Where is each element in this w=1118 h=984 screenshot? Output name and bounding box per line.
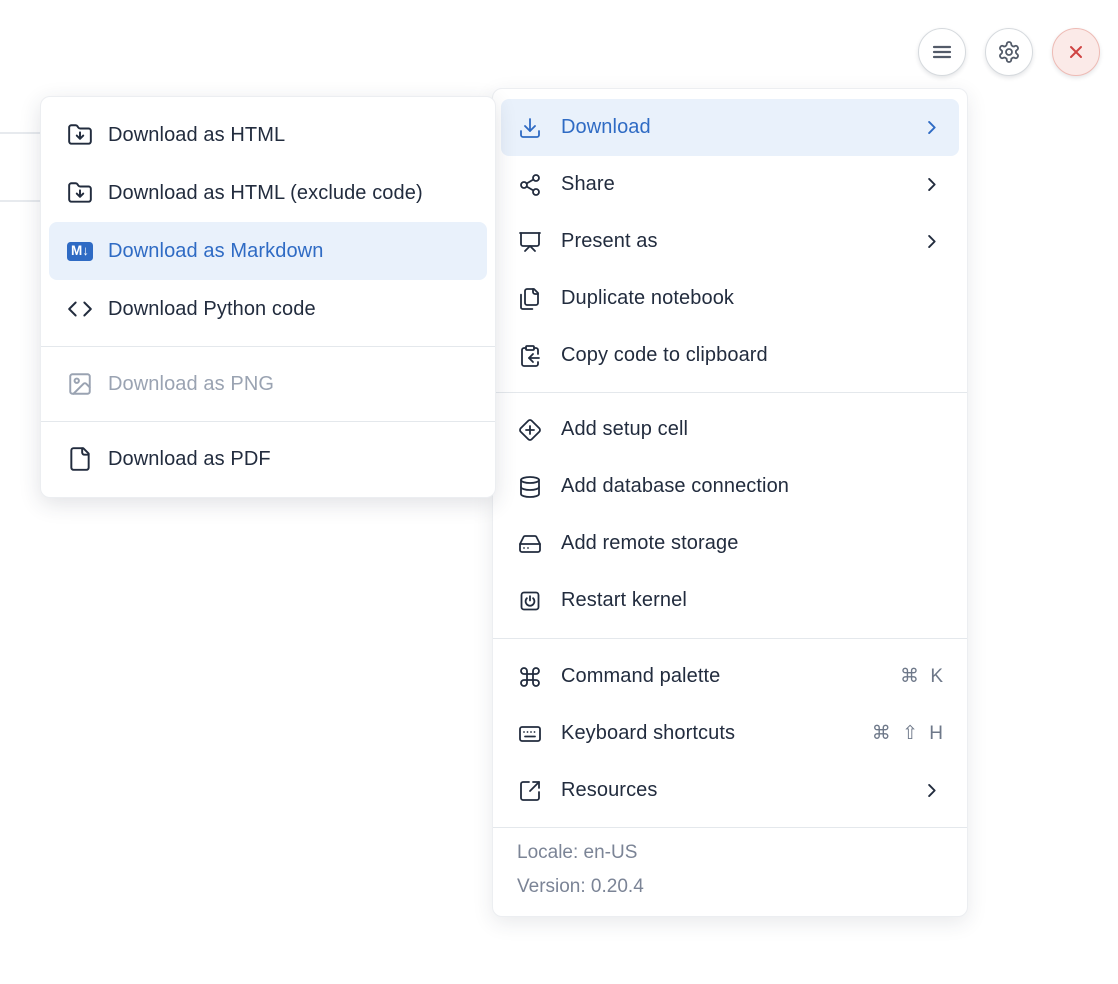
submenu-item-label: Download as PNG: [108, 373, 469, 396]
submenu-item-download-png: Download as PNG: [49, 355, 487, 413]
submenu-item-download-html[interactable]: Download as HTML: [49, 106, 487, 164]
file-icon: [67, 446, 93, 472]
menu-item-command-palette[interactable]: Command palette ⌘ K: [501, 648, 959, 705]
submenu-item-download-pdf[interactable]: Download as PDF: [49, 430, 487, 488]
menu-item-copy-code[interactable]: Copy code to clipboard: [501, 327, 959, 384]
submenu-item-label: Download as Markdown: [108, 240, 469, 263]
command-icon: [518, 665, 542, 689]
menu-item-duplicate-notebook[interactable]: Duplicate notebook: [501, 270, 959, 327]
download-icon: [518, 116, 542, 140]
code-icon: [67, 296, 93, 322]
menu-item-label: Add setup cell: [561, 418, 943, 441]
menu-item-label: Keyboard shortcuts: [561, 722, 854, 745]
page-divider: [0, 200, 44, 202]
submenu-item-download-python-code[interactable]: Download Python code: [49, 280, 487, 338]
chevron-right-icon: [922, 781, 941, 800]
menu-item-label: Duplicate notebook: [561, 287, 943, 310]
hamburger-icon: [930, 40, 954, 64]
folder-down-icon: [67, 122, 93, 148]
menu-item-add-remote-storage[interactable]: Add remote storage: [501, 515, 959, 572]
external-link-icon: [518, 779, 542, 803]
chevron-right-icon: [922, 232, 941, 251]
close-button[interactable]: [1052, 28, 1100, 76]
shortcut-hint: ⌘ ⇧ H: [872, 722, 943, 745]
submenu-item-label: Download as HTML: [108, 124, 469, 147]
menu-separator: [493, 392, 967, 393]
duplicate-icon: [518, 287, 542, 311]
page-divider: [0, 132, 44, 134]
locale-text: Locale: en-US: [517, 836, 943, 870]
shortcut-hint: ⌘ K: [900, 665, 943, 688]
menu-item-share[interactable]: Share: [501, 156, 959, 213]
database-icon: [518, 475, 542, 499]
chevron-right-icon: [922, 175, 941, 194]
menu-item-present-as[interactable]: Present as: [501, 213, 959, 270]
menu-footer: Locale: en-US Version: 0.20.4: [493, 827, 967, 916]
power-icon: [518, 589, 542, 613]
menu-item-add-setup-cell[interactable]: Add setup cell: [501, 401, 959, 458]
menu-item-label: Command palette: [561, 665, 882, 688]
share-icon: [518, 173, 542, 197]
menu-item-label: Add remote storage: [561, 532, 943, 555]
menu-item-label: Restart kernel: [561, 589, 943, 612]
menu-separator: [493, 638, 967, 639]
download-submenu: Download as HTML Download as HTML (exclu…: [40, 96, 496, 498]
menu-item-add-database-connection[interactable]: Add database connection: [501, 458, 959, 515]
image-icon: [67, 371, 93, 397]
keyboard-icon: [518, 722, 542, 746]
hard-drive-icon: [518, 532, 542, 556]
gear-icon: [997, 40, 1021, 64]
menu-item-download[interactable]: Download: [501, 99, 959, 156]
presentation-icon: [518, 230, 542, 254]
submenu-item-download-html-exclude-code[interactable]: Download as HTML (exclude code): [49, 164, 487, 222]
submenu-item-download-markdown[interactable]: M↓ Download as Markdown: [49, 222, 487, 280]
submenu-item-label: Download as PDF: [108, 448, 469, 471]
close-icon: [1064, 40, 1088, 64]
menu-item-label: Add database connection: [561, 475, 943, 498]
menu-item-label: Share: [561, 173, 904, 196]
app-window: Download Share Present as Duplicate note…: [0, 0, 1118, 984]
submenu-separator: [41, 421, 495, 422]
chevron-right-icon: [922, 118, 941, 137]
menu-item-label: Present as: [561, 230, 904, 253]
menu-item-restart-kernel[interactable]: Restart kernel: [501, 572, 959, 629]
markdown-icon: M↓: [67, 242, 93, 261]
notebook-actions-menu: Download Share Present as Duplicate note…: [492, 88, 968, 917]
menu-item-label: Download: [561, 116, 904, 139]
clipboard-copy-icon: [518, 344, 542, 368]
submenu-separator: [41, 346, 495, 347]
folder-down-icon: [67, 180, 93, 206]
submenu-item-label: Download as HTML (exclude code): [108, 182, 469, 205]
version-text: Version: 0.20.4: [517, 870, 943, 904]
submenu-item-label: Download Python code: [108, 298, 469, 321]
menu-item-resources[interactable]: Resources: [501, 762, 959, 819]
settings-button[interactable]: [985, 28, 1033, 76]
menu-item-label: Copy code to clipboard: [561, 344, 943, 367]
menu-item-label: Resources: [561, 779, 904, 802]
diamond-plus-icon: [518, 418, 542, 442]
notebook-menu-button[interactable]: [918, 28, 966, 76]
menu-item-keyboard-shortcuts[interactable]: Keyboard shortcuts ⌘ ⇧ H: [501, 705, 959, 762]
